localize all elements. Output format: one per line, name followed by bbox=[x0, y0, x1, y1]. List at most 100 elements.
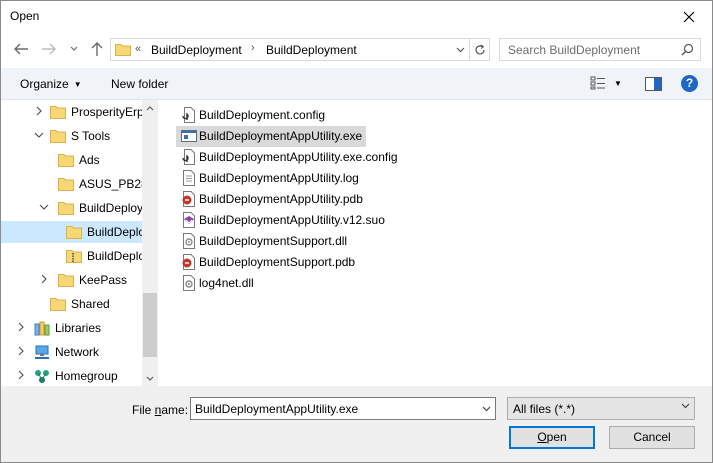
up-button[interactable] bbox=[87, 39, 107, 59]
navigation-pane: ProsperityErp S Tools Ads ASUS_PB287 BuildDe… bbox=[1, 100, 158, 386]
tree-item-label: Homegroup bbox=[55, 369, 118, 383]
close-button[interactable] bbox=[666, 1, 712, 32]
folder-icon bbox=[58, 202, 74, 215]
file-name: BuildDeployment.config bbox=[199, 108, 326, 122]
organize-label: Organize bbox=[20, 77, 69, 91]
chevron-right-icon[interactable] bbox=[16, 322, 26, 332]
libraries-icon bbox=[34, 321, 50, 336]
tree-item-label: Network bbox=[55, 345, 100, 359]
back-button[interactable] bbox=[11, 39, 31, 59]
cancel-button[interactable]: Cancel bbox=[609, 426, 695, 449]
file-item[interactable]: BuildDeploymentAppUtility.exe bbox=[176, 126, 366, 147]
tree-item[interactable]: Libraries bbox=[1, 317, 142, 339]
file-name: BuildDeploymentAppUtility.log bbox=[199, 171, 359, 185]
arrow-left-icon bbox=[14, 43, 28, 55]
command-bar: Organize ▼ New folder ▼ ? bbox=[1, 68, 712, 100]
tree-item-label: KeePass bbox=[79, 273, 128, 287]
file-name-dropdown-button[interactable] bbox=[477, 398, 495, 419]
forward-button[interactable] bbox=[39, 39, 59, 59]
tree-item[interactable]: Homegroup bbox=[1, 365, 142, 386]
tree-item-label: S Tools bbox=[71, 129, 111, 143]
file-item[interactable]: BuildDeploymentAppUtility.log bbox=[176, 168, 359, 189]
arrow-right-icon bbox=[42, 43, 56, 55]
folder-icon bbox=[58, 178, 74, 191]
tree-item[interactable]: ProsperityErp bbox=[1, 101, 144, 123]
file-item[interactable]: BuildDeployment.config bbox=[176, 105, 325, 126]
config-file-icon bbox=[182, 149, 195, 165]
file-name-label-part: ame: bbox=[161, 403, 189, 417]
nav-scrollbar[interactable] bbox=[142, 100, 158, 386]
file-list: BuildDeployment.config BuildDeploymentApp… bbox=[158, 100, 712, 386]
chevron-down-icon[interactable] bbox=[34, 130, 44, 140]
folder-icon bbox=[115, 44, 131, 56]
tree-item[interactable]: Shared bbox=[1, 293, 142, 315]
window-title: Open bbox=[10, 9, 40, 23]
file-name-label: File name: bbox=[132, 403, 188, 417]
homegroup-icon bbox=[35, 370, 49, 383]
caret-down-icon: ▼ bbox=[614, 78, 622, 88]
tree-item-label: BuildDeplo bbox=[87, 225, 146, 239]
folder-icon bbox=[50, 130, 66, 143]
search-box[interactable] bbox=[499, 38, 701, 61]
open-accelerator: O bbox=[537, 430, 547, 444]
organize-button[interactable]: Organize ▼ bbox=[20, 77, 82, 91]
dialog-footer: File name: All files (*.*) Open Cancel bbox=[1, 386, 712, 462]
recent-locations-button[interactable] bbox=[67, 39, 81, 59]
file-item[interactable]: BuildDeploymentAppUtility.pdb bbox=[176, 189, 363, 210]
preview-pane-icon[interactable] bbox=[645, 77, 662, 91]
file-name-combobox[interactable] bbox=[190, 397, 496, 420]
zip-folder-icon bbox=[66, 250, 82, 263]
file-type-select[interactable]: All files (*.*) bbox=[507, 397, 695, 420]
file-item[interactable]: log4net.dll bbox=[176, 273, 254, 294]
view-details-icon bbox=[590, 76, 605, 90]
chevron-right-icon[interactable] bbox=[34, 106, 44, 116]
tree-item[interactable]: S Tools bbox=[1, 125, 142, 147]
folder-icon bbox=[58, 274, 74, 287]
file-name: BuildDeploymentAppUtility.exe bbox=[199, 129, 363, 143]
pdb-file-icon bbox=[182, 254, 195, 270]
address-segment[interactable]: BuildDeployment bbox=[151, 43, 242, 57]
file-name-input[interactable] bbox=[191, 398, 477, 419]
address-bar[interactable]: « BuildDeployment › BuildDeployment bbox=[110, 38, 490, 61]
chevron-right-icon[interactable] bbox=[39, 274, 49, 284]
chevron-down-icon[interactable] bbox=[39, 202, 49, 212]
file-item[interactable]: BuildDeploymentSupport.dll bbox=[176, 231, 347, 252]
tree-item[interactable]: BuildDeplo bbox=[1, 221, 146, 243]
tree-item[interactable]: BuildDeplo bbox=[1, 245, 146, 267]
change-view-button[interactable]: ▼ bbox=[590, 76, 622, 90]
folder-icon bbox=[58, 154, 74, 167]
tree-item[interactable]: ASUS_PB287 bbox=[1, 173, 154, 195]
address-dropdown-button[interactable] bbox=[451, 39, 469, 60]
tree-item-label: ProsperityErp bbox=[71, 105, 144, 119]
tree-item-label: Ads bbox=[79, 153, 100, 167]
search-input[interactable] bbox=[500, 39, 676, 60]
chevron-down-icon bbox=[681, 403, 690, 409]
chevron-right-icon[interactable] bbox=[16, 346, 26, 356]
pdb-file-icon bbox=[182, 191, 195, 207]
file-item[interactable]: BuildDeploymentAppUtility.v12.suo bbox=[176, 210, 385, 231]
tree-item[interactable]: Ads bbox=[1, 149, 142, 171]
new-folder-button[interactable]: New folder bbox=[111, 77, 168, 91]
scroll-down-button[interactable] bbox=[142, 370, 158, 386]
file-item[interactable]: BuildDeploymentAppUtility.exe.config bbox=[176, 147, 398, 168]
tree-item[interactable]: Network bbox=[1, 341, 142, 363]
tree-item[interactable]: BuildDeploy bbox=[1, 197, 144, 219]
address-separator[interactable]: › bbox=[251, 42, 255, 54]
scroll-thumb[interactable] bbox=[143, 293, 157, 357]
arrow-up-icon bbox=[91, 42, 103, 56]
help-icon[interactable]: ? bbox=[681, 75, 698, 92]
open-button[interactable]: Open bbox=[509, 426, 595, 449]
chevron-down-icon bbox=[482, 406, 490, 411]
chevron-right-icon[interactable] bbox=[16, 370, 26, 380]
tree-item-label: BuildDeplo bbox=[87, 249, 146, 263]
address-overflow[interactable]: « bbox=[135, 43, 141, 55]
file-item[interactable]: BuildDeploymentSupport.pdb bbox=[176, 252, 355, 273]
refresh-icon bbox=[474, 44, 485, 54]
refresh-button[interactable] bbox=[469, 39, 489, 60]
address-segment[interactable]: BuildDeployment bbox=[266, 43, 357, 57]
scroll-up-button[interactable] bbox=[142, 100, 158, 116]
tree-item-label: BuildDeploy bbox=[79, 201, 144, 215]
folder-icon bbox=[50, 298, 66, 311]
tree-item[interactable]: KeePass bbox=[1, 269, 142, 291]
chevron-down-icon bbox=[456, 47, 464, 52]
